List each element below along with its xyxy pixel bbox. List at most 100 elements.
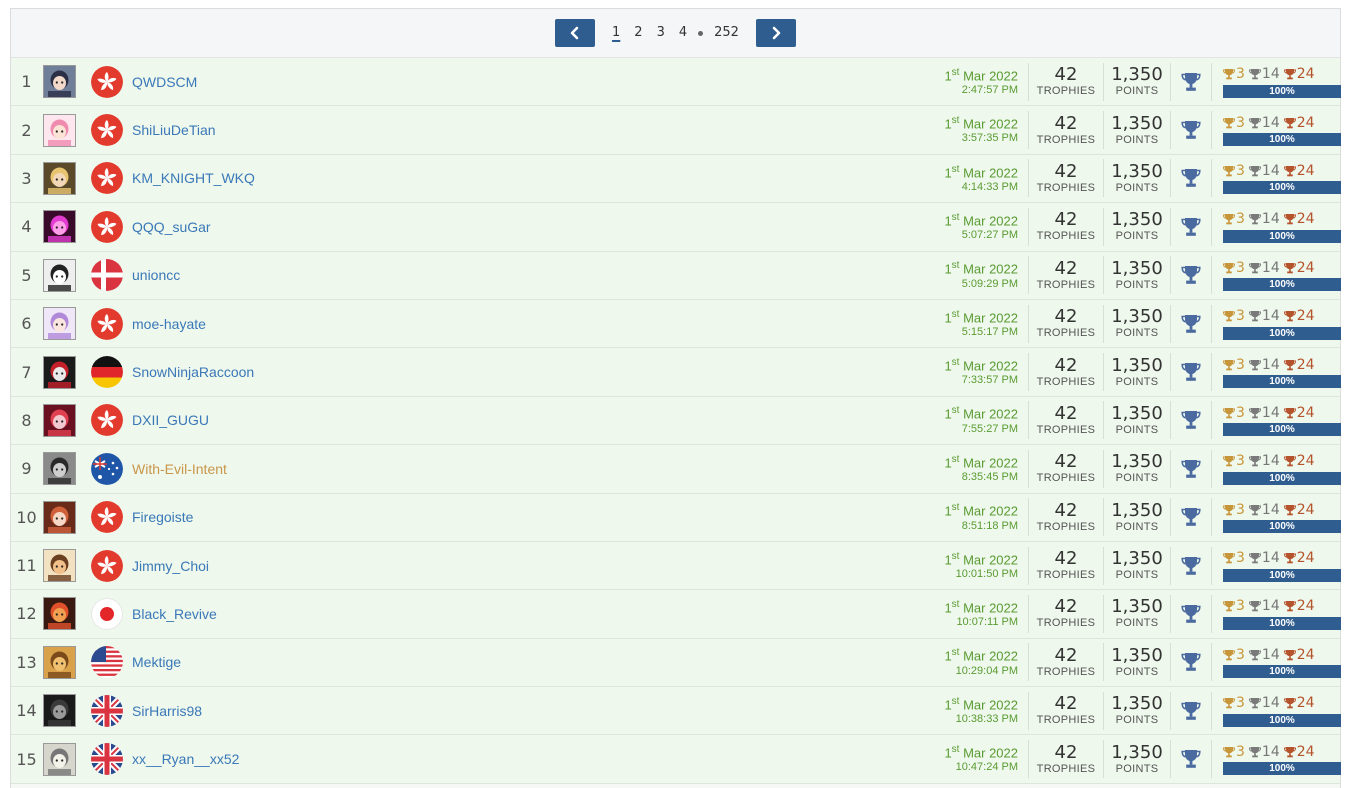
- platinum-trophy-icon[interactable]: [1171, 409, 1211, 431]
- hong-kong-flag-icon: [91, 65, 123, 98]
- silver-count-value: 14: [1261, 646, 1280, 663]
- player-name-link[interactable]: xx__Ryan__xx52: [132, 751, 930, 767]
- avatar[interactable]: [43, 355, 76, 389]
- trophy-count-value: 42: [1054, 306, 1078, 328]
- trophy-count: 42 TROPHIES: [1029, 646, 1103, 678]
- avatar[interactable]: [43, 65, 76, 99]
- date-day-suffix: st: [951, 647, 960, 659]
- bronze-count-value: 24: [1296, 114, 1315, 131]
- platinum-trophy-icon[interactable]: [1171, 119, 1211, 141]
- completion-progress-bar: 100%: [1223, 133, 1341, 147]
- player-name-link[interactable]: Mektige: [132, 654, 930, 670]
- player-name-link[interactable]: KM_KNIGHT_WKQ: [132, 170, 930, 186]
- avatar[interactable]: [43, 210, 76, 244]
- platinum-trophy-icon[interactable]: [1171, 71, 1211, 93]
- player-name-link[interactable]: Black_Revive: [132, 606, 930, 622]
- platinum-trophy-icon[interactable]: [1171, 603, 1211, 625]
- points-label: POINTS: [1115, 423, 1159, 436]
- player-name-link[interactable]: QQQ_suGar: [132, 219, 930, 235]
- ellipsis-dot: [698, 30, 704, 36]
- date-day-suffix: st: [951, 163, 960, 175]
- silver-count: 14: [1248, 357, 1280, 373]
- points-value: 1,350: [1111, 693, 1163, 715]
- player-name-link[interactable]: ShiLiuDeTian: [132, 122, 930, 138]
- silver-count-value: 14: [1261, 211, 1280, 228]
- trophy-count-label: TROPHIES: [1036, 665, 1096, 678]
- avatar[interactable]: [43, 258, 76, 292]
- avatar[interactable]: [43, 742, 76, 776]
- table-row: 5 unioncc 1st Mar 2022 5:09:29 PM 42 TRO…: [11, 251, 1341, 300]
- player-name-link[interactable]: SnowNinjaRaccoon: [132, 364, 930, 380]
- earned-time: 10:01:50 PM: [955, 567, 1018, 580]
- date-day-suffix: st: [951, 260, 960, 272]
- avatar[interactable]: [43, 549, 76, 583]
- trophy-count: 42 TROPHIES: [1029, 453, 1103, 484]
- completion-progress-bar: 100%: [1223, 762, 1341, 776]
- trophy-breakdown: 3 14 24 100%: [1212, 453, 1341, 485]
- player-name-link[interactable]: Jimmy_Choi: [132, 558, 930, 574]
- platinum-trophy-icon[interactable]: [1171, 651, 1211, 673]
- silver-trophy-icon: [1248, 68, 1262, 80]
- date-month-year: Mar 2022: [963, 164, 1018, 180]
- platinum-trophy-icon[interactable]: [1171, 700, 1211, 722]
- table-row: 13 Mektige 1st Mar 2022 10:29:04 PM 42 T…: [11, 638, 1341, 688]
- date-day-suffix: st: [951, 211, 960, 223]
- page-link-2[interactable]: 2: [627, 23, 649, 43]
- trophy-count-label: TROPHIES: [1036, 230, 1096, 243]
- platinum-trophy-icon[interactable]: [1171, 748, 1211, 770]
- bronze-count: 24: [1283, 114, 1315, 131]
- gold-count: 3: [1223, 260, 1245, 276]
- page-link-last[interactable]: 252: [707, 23, 746, 43]
- avatar[interactable]: [43, 500, 76, 534]
- platinum-trophy-icon[interactable]: [1171, 167, 1211, 189]
- platinum-trophy-icon[interactable]: [1171, 313, 1211, 335]
- page-link-3[interactable]: 3: [650, 23, 672, 43]
- page-link-1[interactable]: 1: [605, 23, 627, 43]
- trophy-count-label: TROPHIES: [1036, 472, 1096, 485]
- player-name-link[interactable]: With-Evil-Intent: [132, 461, 930, 477]
- trophy-breakdown: 3 14 24 100%: [1212, 646, 1341, 679]
- avatar[interactable]: [43, 307, 76, 341]
- platinum-trophy-icon[interactable]: [1171, 216, 1211, 238]
- trophy-breakdown: 3 14 24 100%: [1212, 308, 1341, 340]
- avatar[interactable]: [43, 113, 76, 147]
- platinum-trophy-icon[interactable]: [1171, 458, 1211, 480]
- points-value: 1,350: [1111, 596, 1163, 618]
- bronze-trophy-icon: [1283, 117, 1297, 129]
- earned-time: 5:07:27 PM: [961, 229, 1018, 242]
- player-name-link[interactable]: DXII_GUGU: [132, 412, 930, 428]
- trophy-count-label: TROPHIES: [1036, 181, 1096, 194]
- bronze-count-value: 24: [1296, 453, 1315, 470]
- earned-time: 3:57:35 PM: [961, 132, 1018, 145]
- hong-kong-flag-icon: [91, 501, 123, 534]
- avatar[interactable]: [43, 452, 76, 486]
- gold-trophy-icon: [1223, 746, 1236, 758]
- platinum-trophy-icon[interactable]: [1171, 264, 1211, 286]
- avatar[interactable]: [43, 403, 76, 437]
- avatar[interactable]: [43, 645, 76, 679]
- platinum-trophy-icon[interactable]: [1171, 555, 1211, 577]
- silver-trophy-icon: [1248, 504, 1262, 516]
- table-row: 3 KM_KNIGHT_WKQ 1st Mar 2022 4:14:33 PM …: [11, 154, 1341, 204]
- prev-page-button[interactable]: [555, 19, 596, 47]
- platinum-trophy-icon[interactable]: [1171, 361, 1211, 383]
- earned-date: 1st Mar 2022 2:47:57 PM: [930, 67, 1018, 97]
- trophy-count-label: TROPHIES: [1036, 375, 1096, 388]
- avatar[interactable]: [43, 597, 76, 631]
- player-name-link[interactable]: unioncc: [132, 267, 930, 283]
- player-name-link[interactable]: Firegoiste: [132, 509, 930, 525]
- player-name-link[interactable]: moe-hayate: [132, 316, 930, 332]
- next-page-button[interactable]: [755, 19, 796, 47]
- platinum-trophy-icon[interactable]: [1171, 506, 1211, 528]
- player-name-link[interactable]: QWDSCM: [132, 74, 930, 90]
- avatar[interactable]: [43, 694, 76, 728]
- avatar[interactable]: [43, 161, 76, 195]
- player-name-link[interactable]: SirHarris98: [132, 703, 930, 719]
- earned-date: 1st Mar 2022 4:14:33 PM: [930, 164, 1018, 194]
- silver-count: 14: [1248, 502, 1280, 518]
- bronze-count: 24: [1283, 308, 1315, 324]
- page-link-4[interactable]: 4: [672, 23, 694, 43]
- table-row: 11 Jimmy_Choi 1st Mar 2022 10:01:50 PM 4…: [11, 541, 1341, 591]
- trophy-count-value: 42: [1054, 499, 1078, 521]
- gold-trophy-icon: [1223, 552, 1236, 564]
